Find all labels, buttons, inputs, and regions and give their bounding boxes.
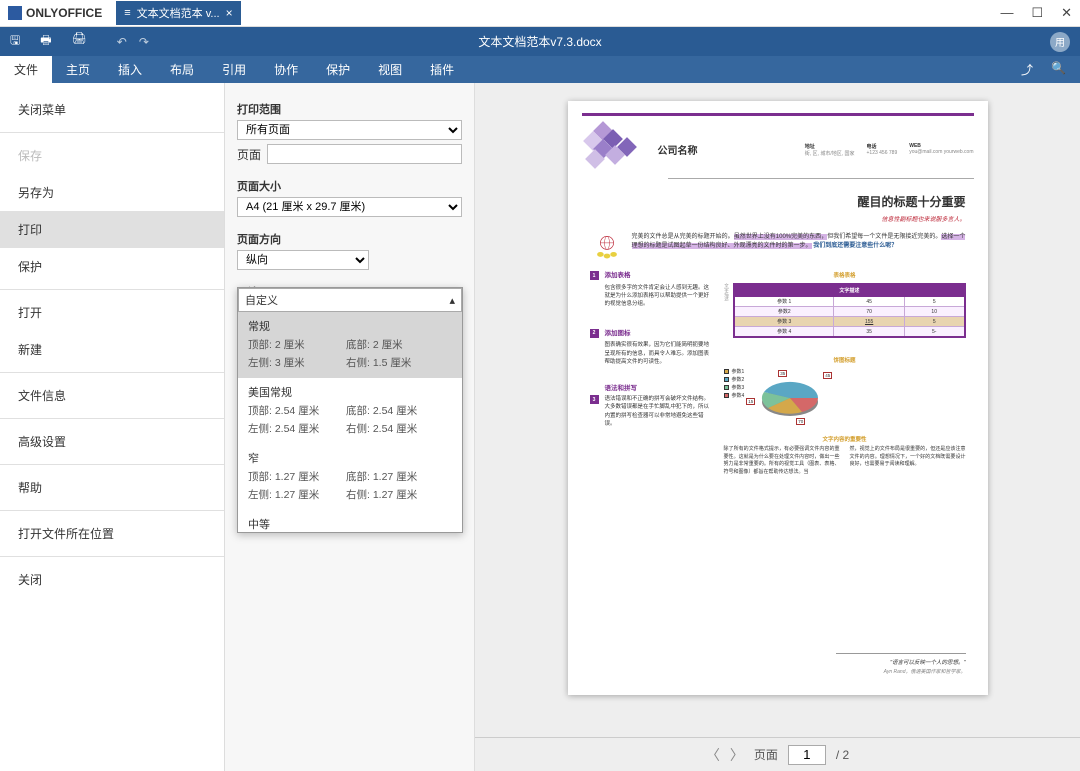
menu-protect[interactable]: 保护	[312, 56, 364, 83]
orientation-label: 页面方向	[237, 231, 462, 247]
company-name: 公司名称	[658, 142, 698, 157]
document-title: 文本文档范本v7.3.docx	[478, 33, 601, 50]
titlebar: ONLYOFFICE ≡ 文本文档范本 v... × — ☐ ✕	[0, 0, 1080, 27]
page-input[interactable]	[267, 144, 462, 164]
sidebar-protect[interactable]: 保护	[0, 248, 224, 285]
menu-plugins[interactable]: 插件	[416, 56, 468, 83]
chevron-up-icon: ▴	[449, 294, 455, 307]
menubar: 文件 主页 插入 布局 引用 协作 保护 视图 插件 ⤴ 🔍	[0, 56, 1080, 83]
pie-legend: 参数1 参数2 参数3 参数4	[724, 368, 745, 423]
sidebar-print[interactable]: 打印	[0, 211, 224, 248]
sidebar-help[interactable]: 帮助	[0, 469, 224, 506]
menu-file[interactable]: 文件	[0, 56, 52, 83]
undo-icon[interactable]: ↶	[117, 35, 127, 49]
header-meta: 地址街, 区, 城市/地区, 国家 电话+123 456 789 WEByou@…	[805, 143, 974, 157]
file-sidebar: 关闭菜单 保存 另存为 打印 保护 打开 新建 文件信息 高级设置 帮助 打开文…	[0, 83, 225, 771]
sidebar-open-location[interactable]: 打开文件所在位置	[0, 515, 224, 552]
search-icon[interactable]: 🔍	[1051, 61, 1066, 78]
menu-insert[interactable]: 插入	[104, 56, 156, 83]
sidebar-advanced[interactable]: 高级设置	[0, 423, 224, 460]
print-settings-panel: 打印范围 所有页面 页面 页面大小 A4 (21 厘米 x 29.7 厘米) 页…	[225, 83, 475, 771]
text-section-title: 文字内容的重要性	[724, 435, 966, 443]
document-tab-label: 文本文档范本 v...	[137, 5, 220, 21]
minimize-button[interactable]: —	[1000, 5, 1013, 21]
print-range-label: 打印范围	[237, 101, 462, 117]
quickprint-icon[interactable]: 🖨	[72, 31, 87, 52]
sidebar-open[interactable]: 打开	[0, 294, 224, 331]
preview-page: 公司名称 地址街, 区, 城市/地区, 国家 电话+123 456 789 WE…	[568, 101, 988, 695]
logo-icon	[8, 6, 22, 20]
pager: 〈 〉 页面 / 2	[475, 737, 1080, 771]
page-label: 页面	[237, 146, 261, 163]
sidebar-file-info[interactable]: 文件信息	[0, 377, 224, 414]
menu-home[interactable]: 主页	[52, 56, 104, 83]
doc-title: 醒目的标题十分重要	[568, 193, 966, 210]
close-button[interactable]: ✕	[1061, 5, 1072, 21]
margins-selected-label: 自定义	[245, 292, 278, 308]
menu-icon: ≡	[124, 7, 130, 19]
margin-option[interactable]: 窄顶部: 1.27 厘米底部: 1.27 厘米左侧: 1.27 厘米右侧: 1.…	[238, 444, 462, 510]
open-file-icon[interactable]: ⤴	[1021, 61, 1033, 78]
print-preview: 公司名称 地址街, 区, 城市/地区, 国家 电话+123 456 789 WE…	[475, 83, 1080, 771]
app-name: ONLYOFFICE	[26, 6, 102, 20]
redo-icon[interactable]: ↷	[139, 35, 149, 49]
print-range-select[interactable]: 所有页面	[237, 120, 462, 140]
pager-label: 页面	[754, 746, 778, 763]
logo-cubes-icon	[582, 122, 642, 177]
menu-view[interactable]: 视图	[364, 56, 416, 83]
globe-group-icon	[590, 233, 624, 261]
margins-selected[interactable]: 自定义 ▴	[238, 288, 462, 312]
app-logo: ONLYOFFICE	[8, 6, 102, 20]
menu-layout[interactable]: 布局	[156, 56, 208, 83]
page-total: / 2	[836, 748, 849, 762]
maximize-button[interactable]: ☐	[1031, 5, 1043, 21]
sidebar-close-menu[interactable]: 关闭菜单	[0, 91, 224, 128]
sidebar-close[interactable]: 关闭	[0, 561, 224, 598]
next-page-icon[interactable]: 〉	[730, 745, 744, 765]
document-tab[interactable]: ≡ 文本文档范本 v... ×	[116, 1, 240, 25]
user-avatar[interactable]: 用	[1050, 32, 1070, 52]
window-controls: — ☐ ✕	[1000, 5, 1072, 21]
print-icon[interactable]: 🖶	[40, 31, 51, 52]
menu-collab[interactable]: 协作	[260, 56, 312, 83]
pie-chart: 35 45 15 70	[750, 368, 830, 423]
prev-page-icon[interactable]: 〈	[706, 745, 720, 765]
doc-subtitle: 信息性副标题也来说服多言人。	[568, 214, 966, 223]
page-size-select[interactable]: A4 (21 厘米 x 29.7 厘米)	[237, 197, 462, 217]
quote: "语言可以反映一个人的思想。" Ayn Rand，俄语美国作家和哲学家。	[836, 653, 966, 675]
margins-dropdown[interactable]: 自定义 ▴ 常规顶部: 2 厘米底部: 2 厘米左侧: 3 厘米右侧: 1.5 …	[237, 287, 463, 533]
preview-table: 文字描述 参数 1455 参数27010 参数 31555 参数 4355-	[733, 283, 965, 338]
pie-title: 饼图标题	[724, 356, 966, 364]
intro-text: 完美的文件总是从完美的标题开始的。虽然世界上没有100%完美的东西，但我们希望每…	[632, 233, 966, 261]
toolbar: 🖫 🖶 🖨 ↶ ↷ 文本文档范本v7.3.docx 用	[0, 27, 1080, 56]
page-size-label: 页面大小	[237, 178, 462, 194]
margin-option[interactable]: 美国常规顶部: 2.54 厘米底部: 2.54 厘米左侧: 2.54 厘米右侧:…	[238, 378, 462, 444]
menu-references[interactable]: 引用	[208, 56, 260, 83]
save-icon[interactable]: 🖫	[10, 31, 20, 52]
page-number-input[interactable]	[788, 745, 826, 765]
sidebar-save: 保存	[0, 137, 224, 174]
orientation-select[interactable]: 纵向	[237, 250, 369, 270]
sidebar-save-as[interactable]: 另存为	[0, 174, 224, 211]
close-tab-icon[interactable]: ×	[226, 6, 233, 20]
sidebar-new[interactable]: 新建	[0, 331, 224, 368]
margin-option[interactable]: 中等顶部: 2.54 厘米底部: 2.54 厘米左侧: 1.91 厘米右侧: 1…	[238, 510, 462, 533]
margin-option[interactable]: 常规顶部: 2 厘米底部: 2 厘米左侧: 3 厘米右侧: 1.5 厘米	[238, 312, 462, 378]
